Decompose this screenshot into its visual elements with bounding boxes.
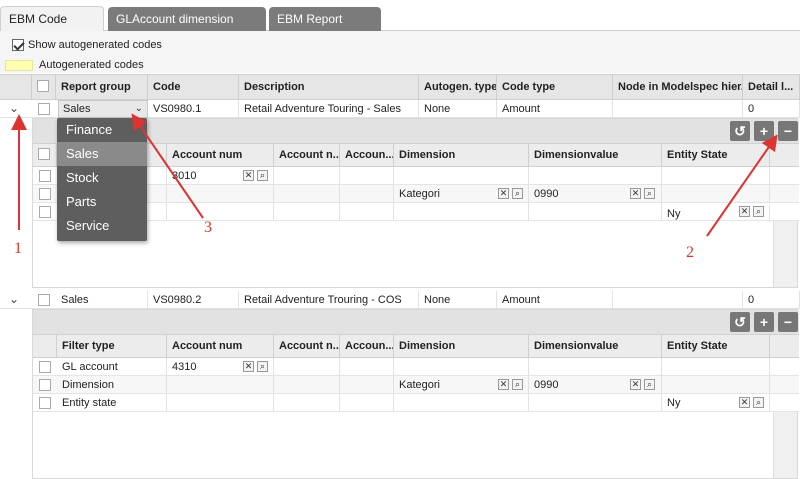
annotation-number-2: 2 xyxy=(686,244,694,261)
annotation-arrow-3 xyxy=(131,113,204,219)
annotation-number-1: 1 xyxy=(14,240,22,257)
annotation-overlay xyxy=(11,113,778,237)
annotation-number-3: 3 xyxy=(204,219,212,236)
annotation-arrow-2 xyxy=(706,134,778,237)
